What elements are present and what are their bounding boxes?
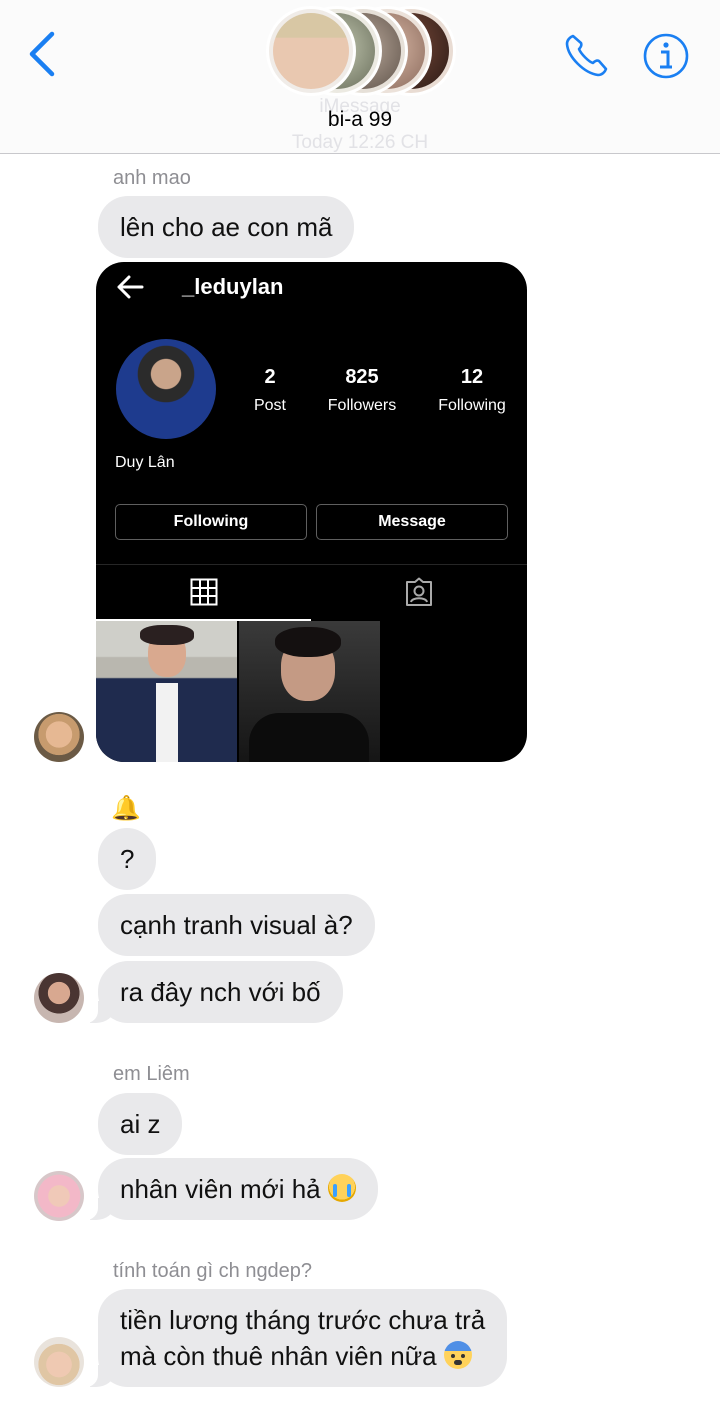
ig-stat-number: 825: [345, 366, 379, 388]
ig-stat-label: Followers: [327, 397, 397, 414]
message-text: ai z: [120, 1109, 161, 1139]
sender-name: anh mao: [113, 167, 191, 189]
ig-message-button: Message: [316, 504, 508, 540]
message-bubble[interactable]: ?: [98, 828, 157, 890]
message-text: ?: [120, 844, 135, 874]
message-bubble[interactable]: lên cho ae con mã: [98, 196, 355, 258]
ig-stat-label: Post: [253, 397, 286, 414]
message-text: lên cho ae con mã: [120, 212, 333, 242]
avatar[interactable]: [34, 1337, 84, 1387]
message-text: mà còn thuê nhân viên nữa: [120, 1341, 437, 1371]
ig-stat-followers: 825 Followers: [320, 366, 404, 415]
arrow-left-icon: [117, 275, 144, 299]
ig-display-name: Duy Lân: [115, 454, 175, 471]
phone-icon[interactable]: [562, 30, 612, 80]
anxious-face-emoji-icon: [443, 1341, 472, 1369]
message-bubble[interactable]: nhân viên mới hả: [82, 1158, 378, 1220]
message-text: tiền lương tháng trước chưa trả: [120, 1305, 486, 1335]
ig-photo-thumbnail: [96, 621, 237, 762]
message-text: ra đây nch với bố: [120, 977, 321, 1007]
message-text: nhân viên mới hả: [120, 1174, 321, 1204]
message-bubble[interactable]: cạnh tranh visual à?: [98, 894, 375, 956]
ig-stat-number: 2: [264, 366, 276, 388]
divider: [96, 564, 527, 565]
grid-icon: [190, 578, 218, 606]
chevron-left-icon[interactable]: [26, 30, 60, 78]
group-name[interactable]: bi-a 99: [0, 108, 720, 132]
ig-stat-posts: 2 Post: [246, 366, 294, 415]
timestamp: Today 12:26 CH: [291, 132, 429, 153]
ig-following-button: Following: [115, 504, 307, 540]
conversation-header: iMessage bi-a 99 Today 12:26 CH: [0, 0, 720, 154]
ig-username: _leduylan: [182, 274, 284, 299]
avatar: [266, 6, 356, 96]
ig-stat-label: Following: [438, 397, 506, 414]
crying-face-emoji-icon: [327, 1174, 356, 1202]
bell-reaction: 🔔: [111, 795, 141, 822]
avatar[interactable]: [34, 712, 84, 762]
avatar[interactable]: [34, 1171, 84, 1221]
ig-profile-picture: [116, 339, 216, 439]
instagram-profile-screenshot[interactable]: _leduylan 2 Post 825 Followers 12 Follow…: [96, 262, 527, 762]
ig-photo-thumbnail: [239, 621, 380, 762]
message-bubble[interactable]: ra đây nch với bố: [82, 961, 343, 1023]
ig-stat-number: 12: [460, 366, 484, 388]
sender-name: em Liêm: [113, 1063, 190, 1085]
message-text: cạnh tranh visual à?: [120, 910, 353, 940]
group-avatar-stack[interactable]: [266, 6, 456, 96]
tagged-icon: [406, 577, 432, 606]
info-icon[interactable]: [642, 30, 690, 82]
message-bubble[interactable]: ai z: [98, 1093, 183, 1155]
avatar[interactable]: [34, 973, 84, 1023]
message-bubble[interactable]: tiền lương tháng trước chưa trả mà còn t…: [81, 1289, 508, 1387]
ig-stat-following: 12 Following: [430, 366, 514, 415]
sender-name: tính toán gì ch ngdep?: [113, 1260, 313, 1282]
